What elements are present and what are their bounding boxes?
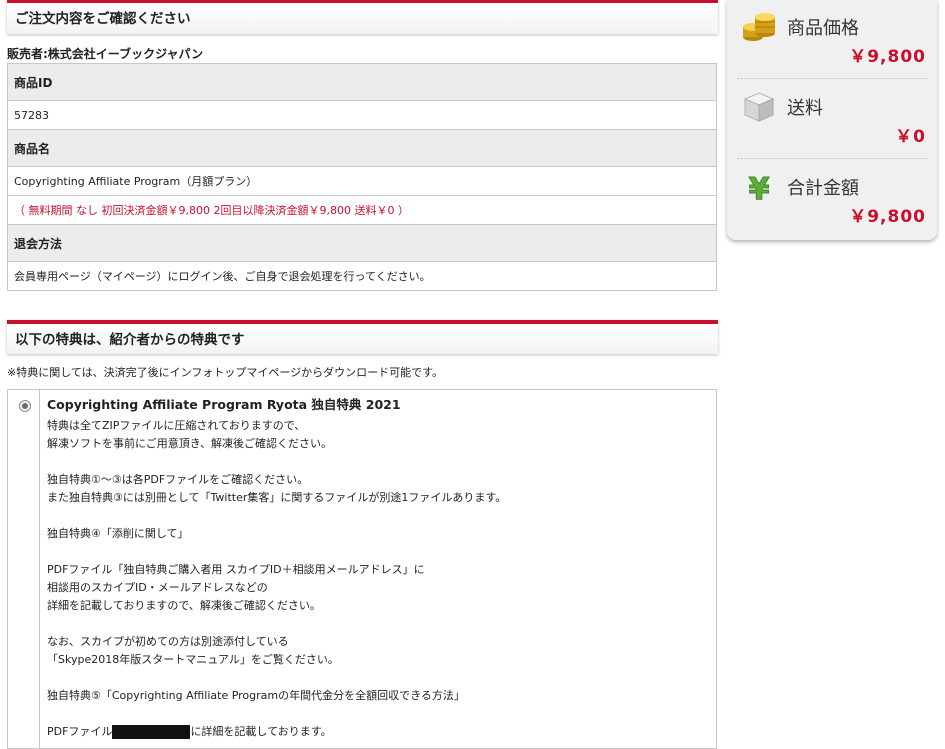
shipping-value: ￥0 [895, 127, 926, 147]
divider [737, 78, 927, 79]
benefit-radio-button[interactable] [19, 400, 31, 412]
payment-note: （ 無料期間 なし 初回決済金額￥9,800 2回目以降決済金額￥9,800 送… [7, 195, 717, 225]
benefit-line [47, 615, 707, 633]
benefits-notice: ※特典に関しては、決済完了後にインフォトップマイページからダウンロード可能です。 [7, 366, 444, 379]
benefit-line [47, 507, 707, 525]
radio-column [8, 390, 40, 748]
order-section: ご注文内容をご確認ください 販売者:株式会社イーブックジャパン 商品ID 572… [7, 0, 718, 291]
box-icon [743, 92, 775, 122]
shipping-label: 送料 [787, 98, 823, 119]
svg-text:¥: ¥ [749, 172, 770, 203]
last-line-suffix: に詳細を記載しております。 [190, 725, 332, 738]
withdraw-method-value: 会員専用ページ（マイページ）にログイン後、ご自身で退会処理を行ってください。 [7, 261, 717, 291]
withdraw-method-label: 退会方法 [7, 224, 717, 262]
benefit-line: 特典は全てZIPファイルに圧縮されておりますので、 [47, 419, 306, 432]
benefit-line: 詳細を記載しておりますので、解凍後ご確認ください。 [47, 599, 321, 612]
benefit-line: 独自特典④「添削に関して」 [47, 527, 189, 540]
product-id-label: 商品ID [7, 63, 717, 101]
benefit-line: また独自特典③には別冊として「Twitter集客」に関するファイルが別途1ファイ… [47, 491, 507, 504]
benefit-line [47, 543, 707, 561]
benefit-line: 独自特典⑤「Copyrighting Affiliate Programの年間代… [47, 689, 465, 702]
benefit-line: PDFファイル「独自特典ご購入者用 スカイプID＋相談用メールアドレス」に [47, 563, 425, 576]
coins-icon [743, 13, 775, 41]
order-details-table: 商品ID 57283 商品名 Copyrighting Affiliate Pr… [7, 63, 717, 291]
product-name-label: 商品名 [7, 129, 717, 167]
shipping-row: 送料 ￥0 [727, 80, 937, 158]
benefit-option[interactable]: Copyrighting Affiliate Program Ryota 独自特… [7, 389, 717, 749]
benefit-line: 「Skype2018年版スタートマニュアル」をご覧ください。 [47, 653, 339, 666]
seller-name: 販売者:株式会社イーブックジャパン [7, 47, 204, 61]
price-label: 商品価格 [787, 18, 859, 39]
price-summary-panel: 商品価格 ￥9,800 送料 ￥0 ¥ 合計金額 ￥9,800 [727, 0, 937, 240]
benefit-line [47, 669, 707, 687]
product-name-value: Copyrighting Affiliate Program（月額プラン） [7, 166, 717, 196]
total-row: ¥ 合計金額 ￥9,800 [727, 160, 937, 238]
yen-icon: ¥ [748, 172, 770, 204]
divider [737, 158, 927, 159]
benefit-line [47, 705, 707, 723]
price-row: 商品価格 ￥9,800 [727, 0, 937, 78]
total-label: 合計金額 [787, 178, 859, 199]
benefit-title: Copyrighting Affiliate Program Ryota 独自特… [47, 397, 401, 412]
benefit-line [47, 453, 707, 471]
benefit-line: 解凍ソフトを事前にご用意頂き、解凍後ご確認ください。 [47, 437, 333, 450]
last-line-prefix: PDFファイル [47, 725, 113, 738]
benefit-line: 独自特典①～③は各PDFファイルをご確認ください。 [47, 473, 309, 486]
total-value: ￥9,800 [849, 207, 926, 227]
benefit-line: なお、スカイプが初めての方は別途添付している [47, 635, 289, 648]
product-id-value: 57283 [7, 100, 717, 130]
benefit-line: 相談用のスカイプID・メールアドレスなどの [47, 581, 268, 594]
price-value: ￥9,800 [849, 47, 926, 67]
benefits-header: 以下の特典は、紹介者からの特典です [7, 320, 718, 354]
benefits-section: 以下の特典は、紹介者からの特典です ※特典に関しては、決済完了後にインフォトップ… [7, 320, 718, 749]
benefit-description: 特典は全てZIPファイルに圧縮されておりますので、 解凍ソフトを事前にご用意頂き… [47, 417, 707, 741]
redacted-block [112, 725, 191, 739]
order-confirm-header: ご注文内容をご確認ください [7, 0, 718, 34]
benefit-line-last: PDFファイル に詳細を記載しております。 [47, 723, 707, 741]
